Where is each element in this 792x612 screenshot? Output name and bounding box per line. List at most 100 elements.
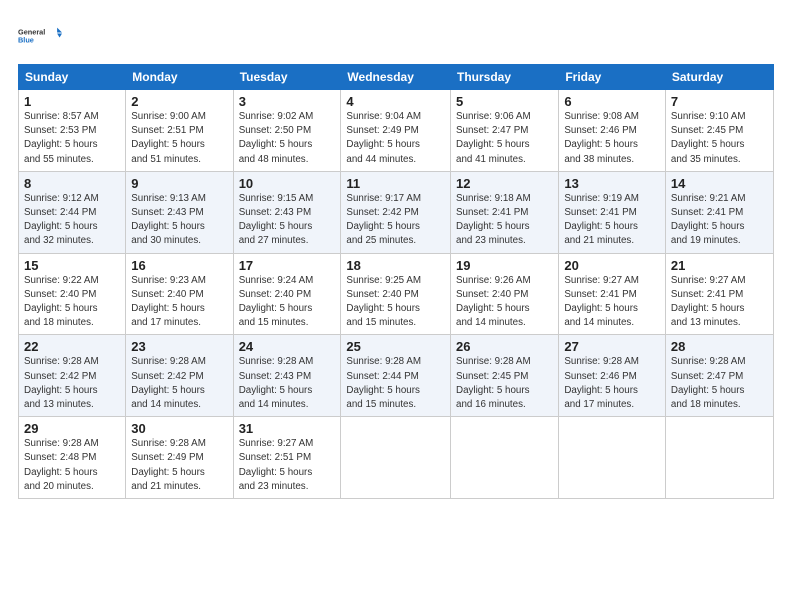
day-number: 3	[239, 94, 336, 109]
svg-text:Blue: Blue	[18, 35, 34, 44]
calendar-table: SundayMondayTuesdayWednesdayThursdayFrid…	[18, 64, 774, 499]
day-info: Sunrise: 9:26 AMSunset: 2:40 PMDaylight:…	[456, 274, 553, 331]
day-info: Sunrise: 9:04 AMSunset: 2:49 PMDaylight:…	[346, 110, 445, 167]
day-number: 23	[131, 339, 227, 354]
day-number: 26	[456, 339, 553, 354]
calendar-cell: 3Sunrise: 9:02 AMSunset: 2:50 PMDaylight…	[233, 90, 341, 172]
day-info: Sunrise: 9:27 AMSunset: 2:41 PMDaylight:…	[671, 274, 768, 331]
day-number: 11	[346, 176, 445, 191]
day-info: Sunrise: 9:23 AMSunset: 2:40 PMDaylight:…	[131, 274, 227, 331]
calendar-cell: 16Sunrise: 9:23 AMSunset: 2:40 PMDayligh…	[126, 253, 233, 335]
calendar-cell: 6Sunrise: 9:08 AMSunset: 2:46 PMDaylight…	[559, 90, 666, 172]
logo: General Blue	[18, 16, 62, 54]
calendar-cell	[451, 417, 559, 499]
day-number: 5	[456, 94, 553, 109]
day-info: Sunrise: 9:28 AMSunset: 2:45 PMDaylight:…	[456, 355, 553, 412]
day-info: Sunrise: 9:28 AMSunset: 2:42 PMDaylight:…	[24, 355, 120, 412]
calendar-cell: 27Sunrise: 9:28 AMSunset: 2:46 PMDayligh…	[559, 335, 666, 417]
day-info: Sunrise: 9:28 AMSunset: 2:49 PMDaylight:…	[131, 437, 227, 494]
calendar-cell: 19Sunrise: 9:26 AMSunset: 2:40 PMDayligh…	[451, 253, 559, 335]
column-header-tuesday: Tuesday	[233, 65, 341, 90]
calendar-week-2: 8Sunrise: 9:12 AMSunset: 2:44 PMDaylight…	[19, 171, 774, 253]
day-info: Sunrise: 9:18 AMSunset: 2:41 PMDaylight:…	[456, 192, 553, 249]
day-number: 1	[24, 94, 120, 109]
day-info: Sunrise: 9:28 AMSunset: 2:44 PMDaylight:…	[346, 355, 445, 412]
calendar-cell: 14Sunrise: 9:21 AMSunset: 2:41 PMDayligh…	[665, 171, 773, 253]
header-row: General Blue	[18, 16, 774, 54]
day-info: Sunrise: 9:02 AMSunset: 2:50 PMDaylight:…	[239, 110, 336, 167]
day-number: 31	[239, 421, 336, 436]
day-info: Sunrise: 9:25 AMSunset: 2:40 PMDaylight:…	[346, 274, 445, 331]
calendar-cell	[559, 417, 666, 499]
day-number: 7	[671, 94, 768, 109]
calendar-cell: 2Sunrise: 9:00 AMSunset: 2:51 PMDaylight…	[126, 90, 233, 172]
calendar-cell: 8Sunrise: 9:12 AMSunset: 2:44 PMDaylight…	[19, 171, 126, 253]
day-info: Sunrise: 9:28 AMSunset: 2:46 PMDaylight:…	[564, 355, 660, 412]
calendar-cell: 30Sunrise: 9:28 AMSunset: 2:49 PMDayligh…	[126, 417, 233, 499]
calendar-cell: 29Sunrise: 9:28 AMSunset: 2:48 PMDayligh…	[19, 417, 126, 499]
day-number: 22	[24, 339, 120, 354]
column-header-friday: Friday	[559, 65, 666, 90]
day-number: 17	[239, 258, 336, 273]
page: General Blue SundayMondayTuesdayWednesda…	[0, 0, 792, 509]
day-info: Sunrise: 9:28 AMSunset: 2:48 PMDaylight:…	[24, 437, 120, 494]
day-info: Sunrise: 9:10 AMSunset: 2:45 PMDaylight:…	[671, 110, 768, 167]
calendar-cell: 18Sunrise: 9:25 AMSunset: 2:40 PMDayligh…	[341, 253, 451, 335]
calendar-week-1: 1Sunrise: 8:57 AMSunset: 2:53 PMDaylight…	[19, 90, 774, 172]
day-number: 18	[346, 258, 445, 273]
day-info: Sunrise: 9:28 AMSunset: 2:42 PMDaylight:…	[131, 355, 227, 412]
logo-svg: General Blue	[18, 16, 62, 54]
calendar-cell	[665, 417, 773, 499]
day-number: 25	[346, 339, 445, 354]
calendar-cell: 11Sunrise: 9:17 AMSunset: 2:42 PMDayligh…	[341, 171, 451, 253]
day-info: Sunrise: 9:27 AMSunset: 2:51 PMDaylight:…	[239, 437, 336, 494]
calendar-cell: 12Sunrise: 9:18 AMSunset: 2:41 PMDayligh…	[451, 171, 559, 253]
day-number: 28	[671, 339, 768, 354]
day-number: 30	[131, 421, 227, 436]
calendar-cell: 28Sunrise: 9:28 AMSunset: 2:47 PMDayligh…	[665, 335, 773, 417]
day-info: Sunrise: 9:08 AMSunset: 2:46 PMDaylight:…	[564, 110, 660, 167]
day-number: 9	[131, 176, 227, 191]
calendar-week-3: 15Sunrise: 9:22 AMSunset: 2:40 PMDayligh…	[19, 253, 774, 335]
calendar-cell: 31Sunrise: 9:27 AMSunset: 2:51 PMDayligh…	[233, 417, 341, 499]
calendar-cell: 15Sunrise: 9:22 AMSunset: 2:40 PMDayligh…	[19, 253, 126, 335]
day-number: 20	[564, 258, 660, 273]
day-number: 21	[671, 258, 768, 273]
calendar-week-5: 29Sunrise: 9:28 AMSunset: 2:48 PMDayligh…	[19, 417, 774, 499]
calendar-cell: 24Sunrise: 9:28 AMSunset: 2:43 PMDayligh…	[233, 335, 341, 417]
day-info: Sunrise: 8:57 AMSunset: 2:53 PMDaylight:…	[24, 110, 120, 167]
calendar-cell: 5Sunrise: 9:06 AMSunset: 2:47 PMDaylight…	[451, 90, 559, 172]
column-header-saturday: Saturday	[665, 65, 773, 90]
day-info: Sunrise: 9:22 AMSunset: 2:40 PMDaylight:…	[24, 274, 120, 331]
column-header-sunday: Sunday	[19, 65, 126, 90]
day-number: 29	[24, 421, 120, 436]
day-info: Sunrise: 9:17 AMSunset: 2:42 PMDaylight:…	[346, 192, 445, 249]
day-info: Sunrise: 9:15 AMSunset: 2:43 PMDaylight:…	[239, 192, 336, 249]
calendar-cell: 22Sunrise: 9:28 AMSunset: 2:42 PMDayligh…	[19, 335, 126, 417]
day-info: Sunrise: 9:19 AMSunset: 2:41 PMDaylight:…	[564, 192, 660, 249]
day-number: 14	[671, 176, 768, 191]
day-number: 6	[564, 94, 660, 109]
day-number: 13	[564, 176, 660, 191]
day-number: 27	[564, 339, 660, 354]
day-info: Sunrise: 9:21 AMSunset: 2:41 PMDaylight:…	[671, 192, 768, 249]
day-info: Sunrise: 9:00 AMSunset: 2:51 PMDaylight:…	[131, 110, 227, 167]
day-number: 8	[24, 176, 120, 191]
calendar-cell: 25Sunrise: 9:28 AMSunset: 2:44 PMDayligh…	[341, 335, 451, 417]
day-number: 2	[131, 94, 227, 109]
day-info: Sunrise: 9:28 AMSunset: 2:43 PMDaylight:…	[239, 355, 336, 412]
day-number: 19	[456, 258, 553, 273]
day-info: Sunrise: 9:13 AMSunset: 2:43 PMDaylight:…	[131, 192, 227, 249]
column-header-wednesday: Wednesday	[341, 65, 451, 90]
calendar-cell: 1Sunrise: 8:57 AMSunset: 2:53 PMDaylight…	[19, 90, 126, 172]
calendar-cell: 10Sunrise: 9:15 AMSunset: 2:43 PMDayligh…	[233, 171, 341, 253]
calendar-cell: 9Sunrise: 9:13 AMSunset: 2:43 PMDaylight…	[126, 171, 233, 253]
day-number: 4	[346, 94, 445, 109]
day-number: 12	[456, 176, 553, 191]
day-info: Sunrise: 9:06 AMSunset: 2:47 PMDaylight:…	[456, 110, 553, 167]
day-info: Sunrise: 9:12 AMSunset: 2:44 PMDaylight:…	[24, 192, 120, 249]
column-header-thursday: Thursday	[451, 65, 559, 90]
day-number: 10	[239, 176, 336, 191]
day-info: Sunrise: 9:24 AMSunset: 2:40 PMDaylight:…	[239, 274, 336, 331]
calendar-cell: 20Sunrise: 9:27 AMSunset: 2:41 PMDayligh…	[559, 253, 666, 335]
